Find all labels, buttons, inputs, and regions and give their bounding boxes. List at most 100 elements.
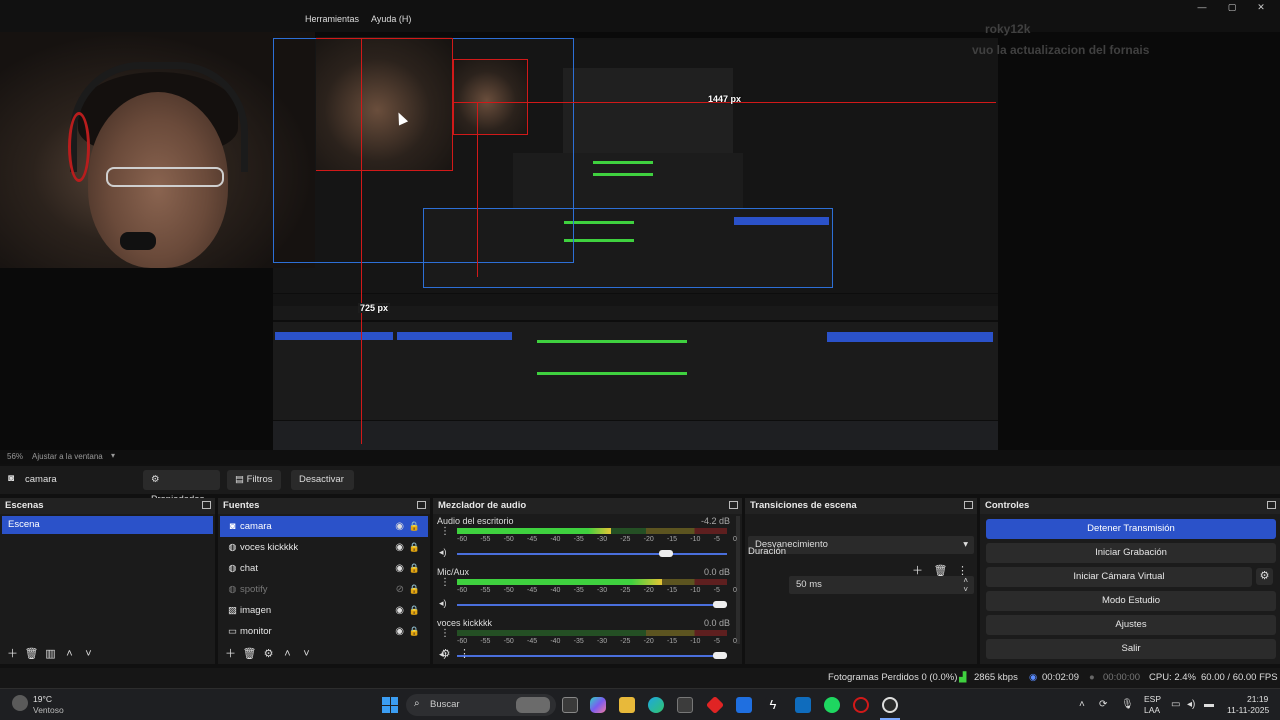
gear-icon[interactable]: ⚙: [437, 646, 454, 663]
undock-icon[interactable]: [417, 501, 426, 509]
more-options-icon[interactable]: ⋮: [954, 563, 971, 580]
dropbox-icon[interactable]: [736, 697, 752, 713]
close-button[interactable]: ✕: [1247, 0, 1275, 14]
lightning-app-icon[interactable]: ϟ: [765, 697, 781, 713]
slider-handle[interactable]: [713, 601, 727, 608]
microphone-icon[interactable]: 🎙: [1121, 699, 1134, 710]
arrow-up-icon[interactable]: ˄: [279, 646, 296, 663]
scale-tick-label: -20: [643, 536, 654, 543]
start-virtual-camera-button[interactable]: Iniciar Cámara Virtual: [986, 567, 1252, 587]
eye-icon[interactable]: ◉: [395, 558, 404, 579]
filters-button[interactable]: ▤ Filtros: [227, 470, 281, 490]
lock-icon[interactable]: 🔒: [409, 600, 420, 621]
windows-start-icon[interactable]: [382, 697, 398, 713]
lock-icon[interactable]: 🔒: [409, 579, 420, 600]
stop-streaming-button[interactable]: Detener Transmisión: [986, 519, 1276, 539]
volume-slider[interactable]: [457, 601, 727, 608]
transitions-title: Transiciones de escena: [750, 500, 857, 511]
more-options-icon[interactable]: ⋮: [440, 577, 450, 588]
source-item-monitor[interactable]: ▭ monitor ◉ 🔒: [220, 621, 428, 642]
studio-mode-button[interactable]: Modo Estudio: [986, 591, 1276, 611]
task-view-icon[interactable]: [562, 697, 578, 713]
clock-time[interactable]: 21:19: [1247, 694, 1268, 704]
source-item-voces[interactable]: ◍ voces kickkkk ◉ 🔒: [220, 537, 428, 558]
slider-handle[interactable]: [659, 550, 673, 557]
anydesk-icon[interactable]: [705, 695, 725, 715]
webcam-source[interactable]: [0, 32, 315, 268]
start-recording-button[interactable]: Iniciar Grabación: [986, 543, 1276, 563]
trash-icon[interactable]: 🗑: [241, 646, 258, 663]
source-item-camara[interactable]: ◙ camara ◉ 🔒: [220, 516, 428, 537]
weather-icon[interactable]: [12, 695, 28, 711]
more-options-icon[interactable]: ⋮: [440, 526, 450, 537]
trash-icon[interactable]: 🗑: [932, 563, 949, 580]
scene-item[interactable]: Escena: [2, 516, 213, 534]
volume-icon[interactable]: ◂): [1187, 699, 1195, 710]
eye-icon[interactable]: ◉: [395, 600, 404, 621]
lock-icon[interactable]: 🔒: [409, 537, 420, 558]
speaker-icon[interactable]: ◂): [439, 547, 447, 558]
source-item-imagen[interactable]: ▨ imagen ◉ 🔒: [220, 600, 428, 621]
clock-date[interactable]: 11-11-2025: [1227, 705, 1269, 715]
store-icon[interactable]: [677, 697, 693, 713]
chevron-up-icon[interactable]: ˄: [1079, 699, 1085, 710]
menu-tools[interactable]: Herramientas: [305, 14, 359, 32]
trash-icon[interactable]: 🗑: [23, 646, 40, 663]
sync-icon[interactable]: ⟳: [1099, 699, 1107, 710]
language-code[interactable]: ESP: [1144, 694, 1161, 704]
lock-icon[interactable]: 🔒: [409, 516, 420, 537]
filter-icon[interactable]: ▥: [42, 646, 59, 663]
maximize-button[interactable]: ▢: [1218, 0, 1246, 14]
gear-icon[interactable]: ⚙: [260, 646, 277, 663]
obs-icon[interactable]: [882, 697, 898, 713]
add-icon[interactable]: ＋: [909, 563, 926, 580]
add-icon[interactable]: ＋: [222, 646, 239, 663]
eye-icon[interactable]: ◉: [395, 537, 404, 558]
scale-tick-label: -5: [713, 536, 720, 543]
lock-icon[interactable]: 🔒: [409, 621, 420, 642]
speaker-icon[interactable]: ◂): [439, 598, 447, 609]
keyboard-layout[interactable]: LAA: [1144, 705, 1160, 715]
eye-icon[interactable]: ◉: [395, 621, 404, 642]
edge-icon[interactable]: [648, 697, 664, 713]
eye-hidden-icon[interactable]: ⊘: [396, 579, 404, 600]
scale-tick-label: -55: [480, 536, 491, 543]
outlook-icon[interactable]: [795, 697, 811, 713]
arrow-down-icon[interactable]: ˅: [298, 646, 315, 663]
more-options-icon[interactable]: ⋮: [440, 628, 450, 639]
preview-canvas[interactable]: 1447 px 725 px roky12k vuo la actualizac…: [0, 22, 1280, 450]
copilot-icon[interactable]: [590, 697, 606, 713]
battery-icon[interactable]: ▬: [1204, 699, 1214, 710]
status-bar: Fotogramas Perdidos 0 (0.0%) ▟ 2865 kbps…: [0, 668, 1280, 688]
taskbar-search[interactable]: ⌕ Buscar: [406, 694, 556, 716]
arrow-down-icon[interactable]: ˅: [80, 646, 97, 663]
undock-icon[interactable]: [964, 501, 973, 509]
gear-icon[interactable]: ⚙: [1256, 568, 1273, 585]
eye-icon[interactable]: ◉: [395, 516, 404, 537]
volume-slider[interactable]: [457, 550, 727, 557]
mixer-toolbar: ⚙ ⋮: [433, 644, 742, 664]
source-item-spotify[interactable]: ◍ spotify ⊘ 🔒: [220, 579, 428, 600]
arrow-up-icon[interactable]: ˄: [61, 646, 78, 663]
lock-icon[interactable]: 🔒: [409, 558, 420, 579]
stepper-down-icon[interactable]: ˅: [963, 581, 968, 599]
undock-icon[interactable]: [202, 501, 211, 509]
network-icon[interactable]: ▭: [1171, 699, 1180, 710]
chevron-down-icon[interactable]: ▾: [111, 451, 115, 460]
zoom-mode[interactable]: Ajustar a la ventana: [32, 452, 103, 461]
opera-icon[interactable]: [853, 697, 869, 713]
properties-button[interactable]: ⚙ Propiedades: [143, 470, 220, 505]
scale-tick-label: -50: [503, 536, 514, 543]
spotify-icon[interactable]: [824, 697, 840, 713]
deactivate-button[interactable]: Desactivar: [291, 470, 354, 490]
file-explorer-icon[interactable]: [619, 697, 635, 713]
more-options-icon[interactable]: ⋮: [456, 646, 473, 663]
exit-button[interactable]: Salir: [986, 639, 1276, 659]
undock-icon[interactable]: [729, 501, 738, 509]
undock-icon[interactable]: [1267, 501, 1276, 509]
minimize-button[interactable]: —: [1188, 0, 1216, 14]
menu-help[interactable]: Ayuda (H): [371, 14, 411, 32]
add-icon[interactable]: ＋: [4, 646, 21, 663]
source-item-chat[interactable]: ◍ chat ◉ 🔒: [220, 558, 428, 579]
settings-button[interactable]: Ajustes: [986, 615, 1276, 635]
